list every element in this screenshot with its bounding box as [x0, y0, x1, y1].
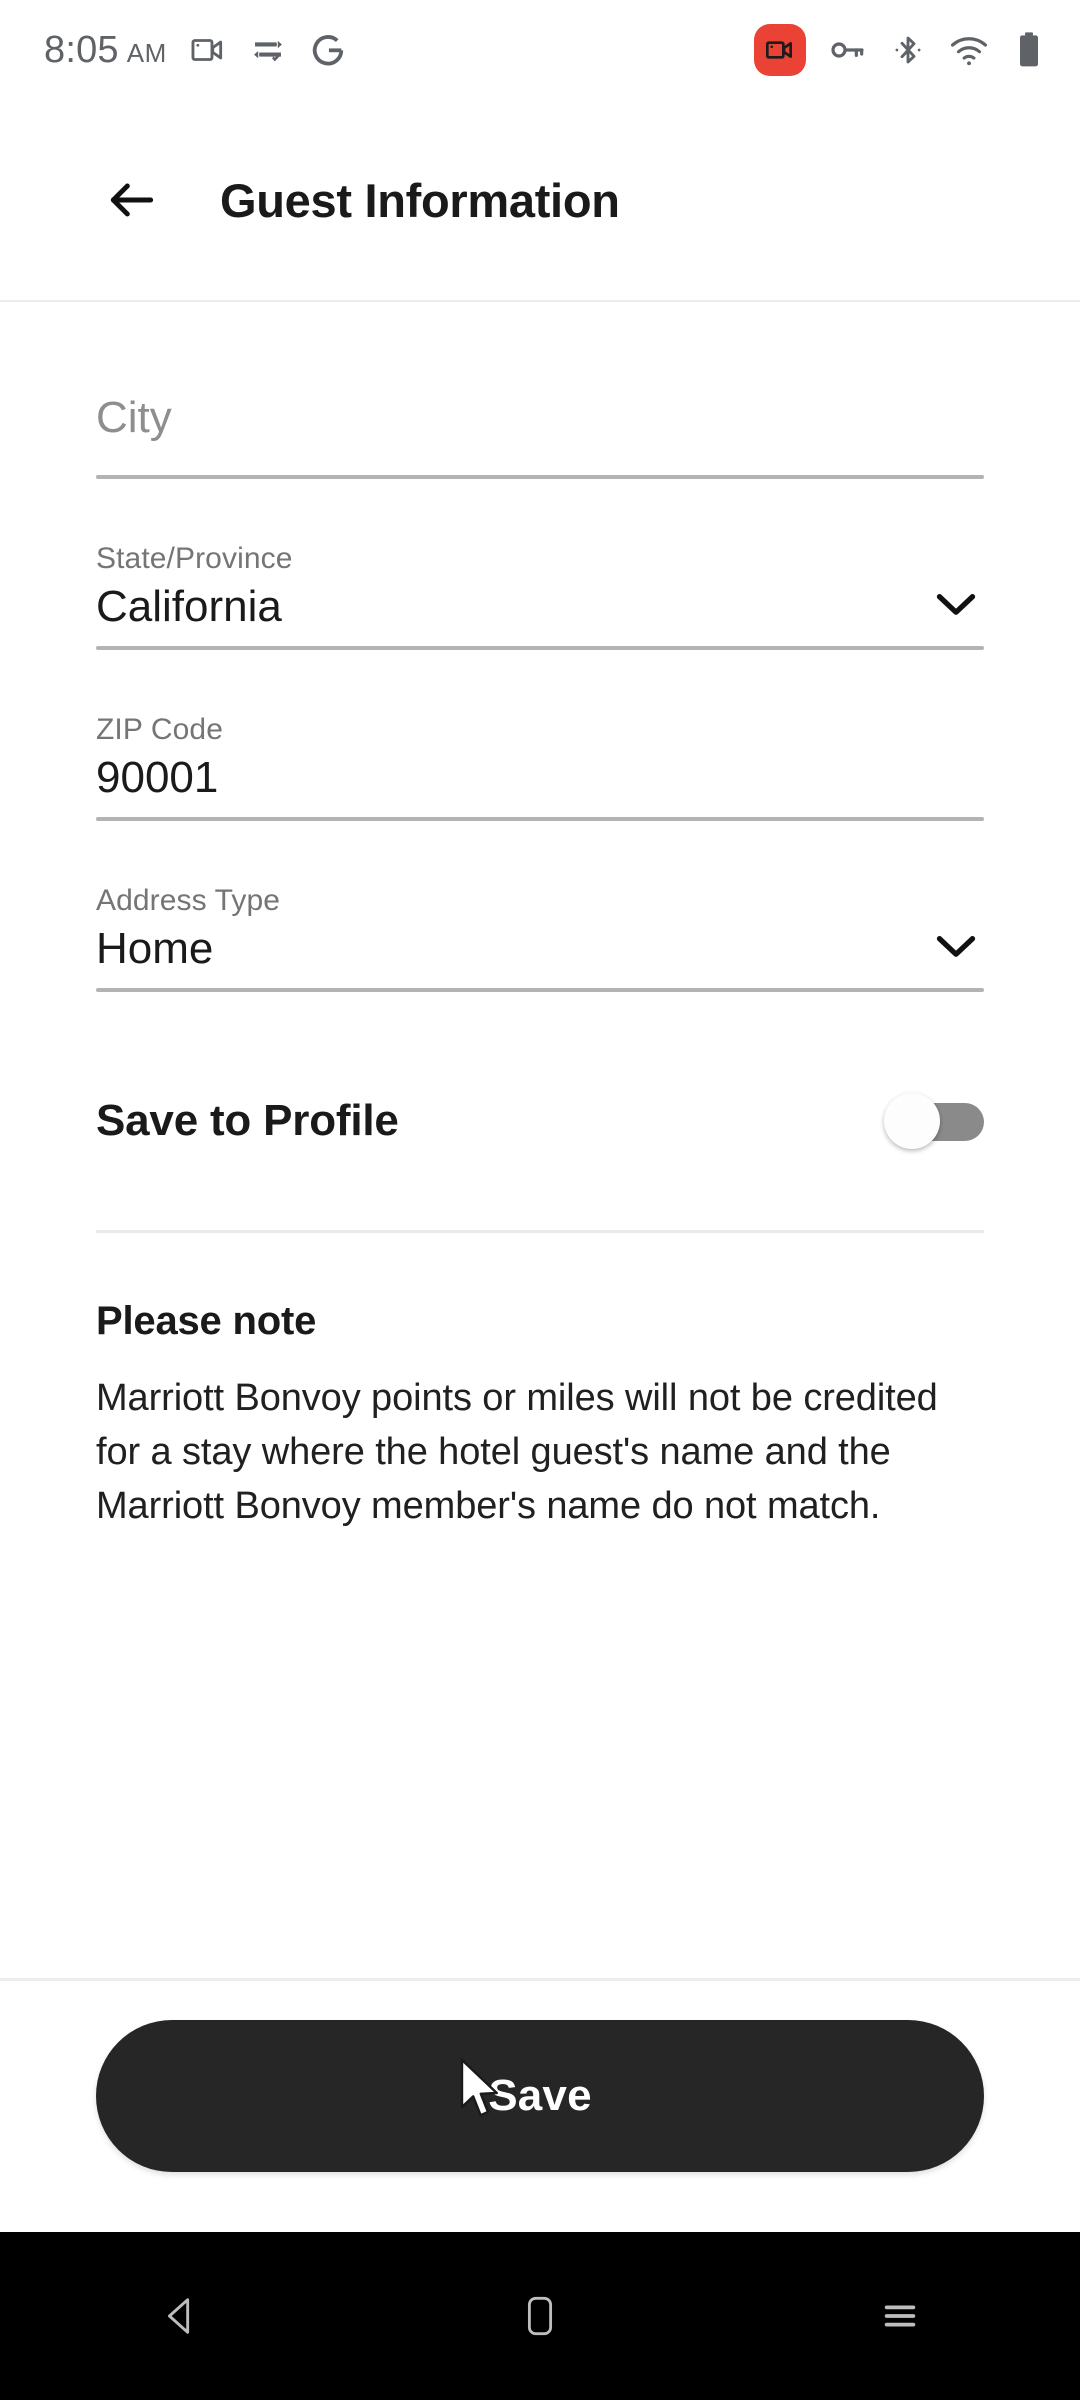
- chevron-down-icon[interactable]: [934, 931, 978, 988]
- status-bar: 8:05 AM: [0, 0, 1080, 100]
- state-province-field[interactable]: State/Province California: [96, 479, 984, 650]
- address-type-value[interactable]: Home: [96, 921, 213, 988]
- bluetooth-icon: [890, 32, 926, 68]
- footer-divider: [0, 1978, 1080, 1981]
- video-camera-icon: [189, 31, 227, 69]
- triangle-back-icon: [168, 2298, 190, 2334]
- save-button-label: Save: [488, 2071, 592, 2120]
- google-g-icon: [309, 31, 347, 69]
- footer-actions: Save: [0, 2020, 1080, 2172]
- toggle-knob: [884, 1093, 940, 1149]
- nav-home-button[interactable]: [470, 2261, 610, 2371]
- vpn-key-sync-icon: [249, 31, 287, 69]
- status-bar-right: [754, 24, 1046, 76]
- city-field[interactable]: City: [96, 302, 984, 479]
- nav-recents-button[interactable]: [830, 2261, 970, 2371]
- battery-icon: [1012, 30, 1046, 70]
- note-body: Marriott Bonvoy points or miles will not…: [96, 1377, 938, 1527]
- save-to-profile-row[interactable]: Save to Profile: [96, 992, 984, 1149]
- zip-code-label: ZIP Code: [96, 713, 223, 746]
- state-province-label: State/Province: [96, 542, 293, 575]
- save-button[interactable]: Save: [96, 2020, 984, 2172]
- status-bar-left: 8:05 AM: [44, 29, 347, 72]
- phone-screen: 8:05 AM Guest Information City State/Pro…: [0, 0, 1080, 2400]
- recents-lines-icon: [884, 2305, 916, 2327]
- android-nav-bar: [0, 2232, 1080, 2400]
- vpn-key-icon: [828, 30, 868, 70]
- page-title: Guest Information: [220, 173, 620, 227]
- back-arrow-icon: [110, 183, 154, 217]
- chevron-down-icon[interactable]: [934, 589, 978, 646]
- nav-back-button[interactable]: [110, 2261, 250, 2371]
- wifi-icon: [948, 29, 990, 71]
- address-type-underline: [96, 988, 984, 992]
- status-time: 8:05: [44, 28, 119, 71]
- screen-recording-badge-icon: [754, 24, 806, 76]
- city-input[interactable]: City: [96, 390, 172, 475]
- please-note-section: Please note Marriott Bonvoy points or mi…: [96, 1233, 984, 1534]
- zip-code-input[interactable]: 90001: [96, 750, 218, 817]
- state-province-value[interactable]: California: [96, 579, 282, 646]
- back-button[interactable]: [96, 164, 168, 236]
- address-type-label: Address Type: [96, 884, 281, 917]
- home-square-icon: [527, 2296, 553, 2336]
- guest-information-form: City State/Province California ZIP Code …: [0, 302, 1080, 1534]
- status-clock: 8:05 AM: [44, 29, 167, 72]
- zip-code-field[interactable]: ZIP Code 90001: [96, 650, 984, 821]
- save-to-profile-label: Save to Profile: [96, 1096, 399, 1145]
- address-type-field[interactable]: Address Type Home: [96, 821, 984, 992]
- app-header: Guest Information: [0, 100, 1080, 300]
- status-ampm: AM: [126, 37, 167, 68]
- note-title: Please note: [96, 1299, 317, 1343]
- save-to-profile-toggle[interactable]: [884, 1093, 984, 1149]
